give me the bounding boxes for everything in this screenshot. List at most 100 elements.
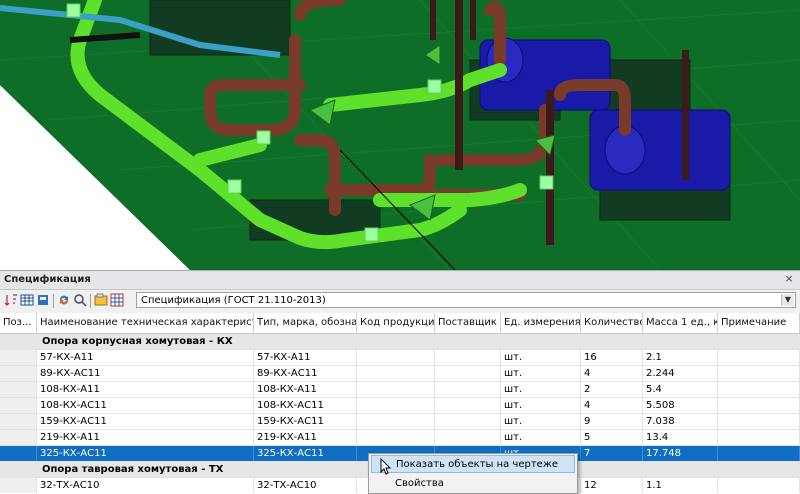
chevron-down-icon[interactable]: ▼	[781, 294, 794, 306]
table-cell: 2.1	[643, 350, 718, 365]
table-cell	[357, 398, 435, 413]
panel-title: Спецификация	[4, 274, 91, 285]
table-cell	[435, 430, 501, 445]
group-title: Опора тавровая хомутовая - ТХ	[42, 464, 224, 475]
table-cell	[0, 366, 37, 381]
3d-model-scene	[0, 0, 800, 270]
table-cell	[0, 350, 37, 365]
spec-standard-value: Спецификация (ГОСТ 21.110-2013)	[141, 295, 326, 306]
table-cell: 5.508	[643, 398, 718, 413]
mouse-cursor-icon	[380, 457, 392, 479]
column-header[interactable]: Ед. измерения	[501, 313, 581, 333]
table-cell: 57-КХ-А11	[37, 350, 254, 365]
table-cell: 2	[581, 382, 643, 397]
table-cell: 17.748	[643, 446, 718, 461]
table-cell: шт.	[501, 398, 581, 413]
table-cell	[435, 350, 501, 365]
table-cell: 159-КХ-АС11	[37, 414, 254, 429]
table-cell	[435, 382, 501, 397]
table-cell: 108-КХ-А11	[37, 382, 254, 397]
sort-icon[interactable]	[4, 293, 18, 307]
grid-icon[interactable]	[110, 293, 124, 307]
table-cell: шт.	[501, 382, 581, 397]
table-cell	[435, 366, 501, 381]
table-cell: 2.244	[643, 366, 718, 381]
column-header[interactable]: Наименование техническая характеристика	[37, 313, 254, 333]
table-cell: шт.	[501, 414, 581, 429]
table-cell: шт.	[501, 366, 581, 381]
table-cell: шт.	[501, 430, 581, 445]
table-cell	[718, 350, 800, 365]
settings-icon[interactable]	[94, 293, 108, 307]
table-cell: 4	[581, 366, 643, 381]
column-header[interactable]: Поставщик	[435, 313, 501, 333]
table-cell: 12	[581, 478, 643, 493]
table-cell: 108-КХ-А11	[254, 382, 357, 397]
context-menu: Показать объекты на чертеже Свойства	[368, 453, 578, 494]
table-cell: 32-ТХ-АС10	[37, 478, 254, 493]
table-cell: 108-КХ-АС11	[37, 398, 254, 413]
filter-icon[interactable]	[73, 293, 87, 307]
table-cell	[0, 382, 37, 397]
table-cell: 325-КХ-АС11	[254, 446, 357, 461]
table-cell	[435, 414, 501, 429]
table-cell	[357, 366, 435, 381]
toolbar-separator	[90, 294, 91, 308]
table-cell: 4	[581, 398, 643, 413]
table-cell	[0, 478, 37, 493]
table-cell	[718, 398, 800, 413]
table-cell: 7.038	[643, 414, 718, 429]
menu-item-properties[interactable]: Свойства	[371, 475, 575, 493]
column-header[interactable]: Количество	[581, 313, 643, 333]
column-header[interactable]: Масса 1 ед., кг	[643, 313, 718, 333]
table-cell	[357, 382, 435, 397]
table-cell: 13.4	[643, 430, 718, 445]
group-row[interactable]: Опора корпусная хомутовая - КХ	[0, 334, 800, 350]
table-cell: 89-КХ-АС11	[37, 366, 254, 381]
table-cell	[0, 430, 37, 445]
table-cell	[0, 398, 37, 413]
table-cell: 57-КХ-А11	[254, 350, 357, 365]
menu-item-show-objects[interactable]: Показать объекты на чертеже	[371, 455, 575, 473]
table-cell: 108-КХ-АС11	[254, 398, 357, 413]
table-cell	[718, 446, 800, 461]
table-cell: 32-ТХ-АС10	[254, 478, 357, 493]
table-cell: 159-КХ-АС11	[254, 414, 357, 429]
table-cell	[0, 446, 37, 461]
toolbar-separator	[53, 294, 54, 308]
table-cell	[718, 382, 800, 397]
table-cell: 9	[581, 414, 643, 429]
table-cell: шт.	[501, 350, 581, 365]
table-cell: 16	[581, 350, 643, 365]
table-cell	[718, 478, 800, 493]
column-header[interactable]: Примечание	[718, 313, 800, 333]
group-title: Опора корпусная хомутовая - КХ	[42, 336, 233, 347]
export-icon[interactable]	[36, 293, 50, 307]
table-row[interactable]: 108-КХ-А11 108-КХ-А11 шт. 2 5.4	[0, 382, 800, 398]
column-header[interactable]: Тип, марка, обознач...	[254, 313, 357, 333]
table-cell: 219-КХ-А11	[254, 430, 357, 445]
column-header[interactable]: Код продукции	[357, 313, 435, 333]
table-header: Поз... Наименование техническая характери…	[0, 313, 800, 334]
table-row[interactable]: 89-КХ-АС11 89-КХ-АС11 шт. 4 2.244	[0, 366, 800, 382]
panel-title-bar: Спецификация ×	[0, 271, 800, 290]
table-icon[interactable]	[20, 293, 34, 307]
refresh-icon[interactable]	[57, 293, 71, 307]
table-cell: 7	[581, 446, 643, 461]
table-cell	[357, 414, 435, 429]
table-row[interactable]: 219-КХ-А11 219-КХ-А11 шт. 5 13.4	[0, 430, 800, 446]
panel-toolbar: Спецификация (ГОСТ 21.110-2013) ▼	[0, 290, 800, 312]
model-viewport[interactable]	[0, 0, 800, 270]
table-cell: 1.1	[643, 478, 718, 493]
table-row[interactable]: 57-КХ-А11 57-КХ-А11 шт. 16 2.1	[0, 350, 800, 366]
table-cell: 5.4	[643, 382, 718, 397]
table-cell	[718, 430, 800, 445]
table-row[interactable]: 108-КХ-АС11 108-КХ-АС11 шт. 4 5.508	[0, 398, 800, 414]
column-header[interactable]: Поз...	[0, 313, 37, 333]
table-row[interactable]: 159-КХ-АС11 159-КХ-АС11 шт. 9 7.038	[0, 414, 800, 430]
table-cell	[0, 414, 37, 429]
close-icon[interactable]: ×	[783, 273, 795, 285]
spec-standard-select[interactable]: Спецификация (ГОСТ 21.110-2013) ▼	[136, 292, 796, 308]
table-cell: 219-КХ-А11	[37, 430, 254, 445]
table-cell	[718, 414, 800, 429]
